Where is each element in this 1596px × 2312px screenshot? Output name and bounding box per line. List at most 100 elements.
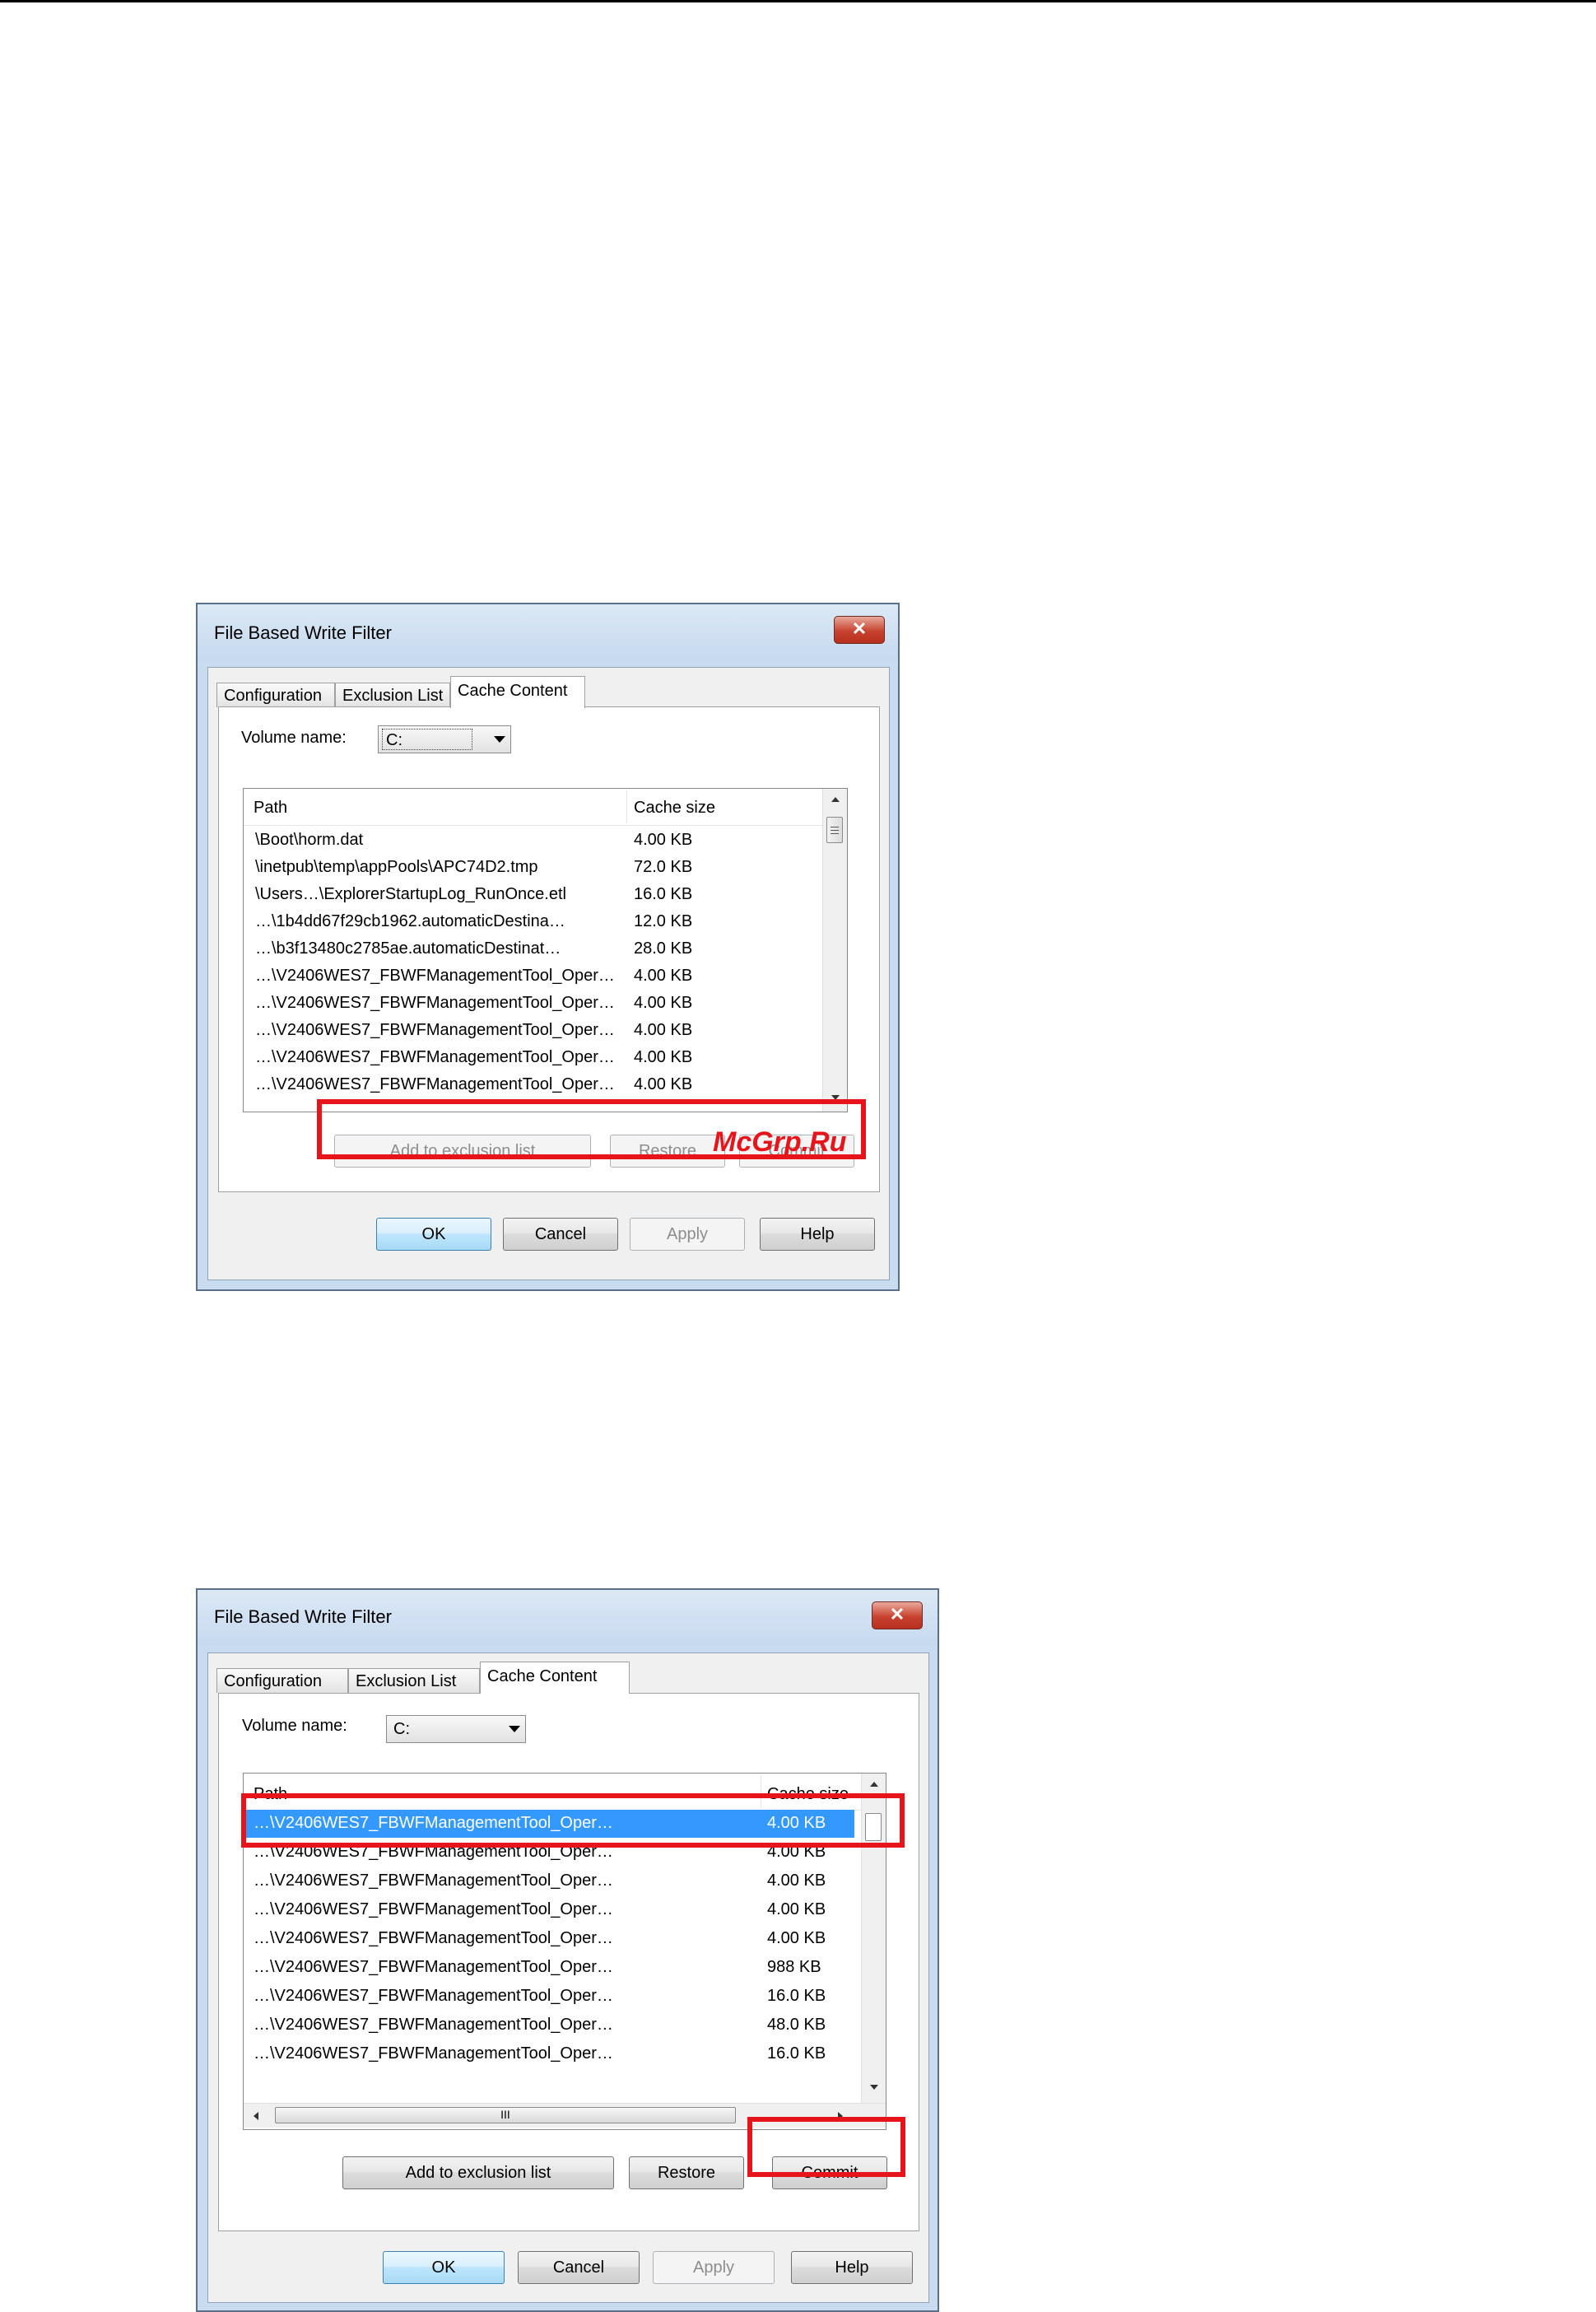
title-bar[interactable]: File Based Write Filter ✕ <box>198 1590 938 1646</box>
volume-name-label: Volume name: <box>242 1717 347 1735</box>
tab-exclusion-list[interactable]: Exclusion List <box>348 1668 480 1693</box>
list-item[interactable]: …\V2406WES7_FBWFManagementTool_Oper… 4.00… <box>244 1867 854 1895</box>
size-cell: 4.00 KB <box>634 831 693 849</box>
close-button[interactable]: ✕ <box>872 1601 923 1629</box>
column-header-cache-size[interactable]: Cache size <box>634 799 715 818</box>
ok-button[interactable]: OK <box>383 2251 505 2284</box>
page-top-rule <box>0 0 1596 2</box>
path-cell: …\V2406WES7_FBWFManagementTool_Oper… <box>254 1987 613 2005</box>
title-bar[interactable]: File Based Write Filter ✕ <box>198 604 898 660</box>
path-cell: \inetpub\temp\appPools\APC74D2.tmp <box>255 858 538 876</box>
tab-cache-content[interactable]: Cache Content <box>450 676 585 708</box>
tab-configuration[interactable]: Configuration <box>216 1668 348 1693</box>
list-item[interactable]: …\V2406WES7_FBWFManagementTool_Oper… 4.00… <box>244 1924 854 1953</box>
help-button[interactable]: Help <box>791 2251 913 2284</box>
list-item[interactable]: \inetpub\temp\appPools\APC74D2.tmp 72.0 K… <box>244 854 823 881</box>
dialog-title: File Based Write Filter <box>214 622 392 643</box>
list-item[interactable]: …\V2406WES7_FBWFManagementTool_Oper… 4.00… <box>244 1017 823 1044</box>
grip-line <box>831 833 839 834</box>
close-button[interactable]: ✕ <box>834 616 885 644</box>
size-cell: 4.00 KB <box>767 1872 826 1890</box>
size-cell: 12.0 KB <box>634 912 693 930</box>
size-cell: 4.00 KB <box>634 994 693 1012</box>
highlight-box-commit <box>747 2117 905 2177</box>
list-item[interactable]: …\V2406WES7_FBWFManagementTool_Oper… 4.00… <box>244 1895 854 1924</box>
scroll-up-icon[interactable] <box>870 1782 878 1787</box>
close-icon: ✕ <box>889 1604 905 1624</box>
cancel-button[interactable]: Cancel <box>503 1218 618 1251</box>
volume-select[interactable]: C: <box>386 1715 526 1743</box>
list-item[interactable]: …\V2406WES7_FBWFManagementTool_Oper… 4.00… <box>244 963 823 990</box>
size-cell: 4.00 KB <box>767 1929 826 1947</box>
scroll-up-icon[interactable] <box>831 797 840 802</box>
path-cell: …\V2406WES7_FBWFManagementTool_Oper… <box>254 1900 613 1918</box>
dialog-client-area: Configuration Exclusion List Cache Conte… <box>207 1652 929 2303</box>
volume-select[interactable]: C: <box>378 725 511 753</box>
scroll-left-icon[interactable] <box>254 2112 258 2120</box>
size-cell: 4.00 KB <box>634 967 693 985</box>
apply-button[interactable]: Apply <box>653 2251 775 2284</box>
list-item[interactable]: …\b3f13480c2785ae.automaticDestinat… 28.0… <box>244 935 823 963</box>
grip-line <box>831 830 839 831</box>
restore-button[interactable]: Restore <box>629 2156 744 2189</box>
dialog-title: File Based Write Filter <box>214 1606 392 1627</box>
fbwf-dialog-1: File Based Write Filter ✕ Configuration … <box>196 603 900 1291</box>
path-cell: …\V2406WES7_FBWFManagementTool_Oper… <box>255 994 615 1012</box>
list-item[interactable]: …\V2406WES7_FBWFManagementTool_Oper… 4.00… <box>244 1044 823 1071</box>
path-cell: …\1b4dd67f29cb1962.automaticDestina… <box>255 912 565 930</box>
column-divider[interactable] <box>626 790 627 823</box>
cache-file-list[interactable]: Path Cache size \Boot\horm.dat 4.00 KB \i… <box>243 788 848 1112</box>
help-button[interactable]: Help <box>760 1218 875 1251</box>
path-cell: …\V2406WES7_FBWFManagementTool_Oper… <box>255 1075 615 1093</box>
path-cell: …\V2406WES7_FBWFManagementTool_Oper… <box>255 967 615 985</box>
list-item[interactable]: …\1b4dd67f29cb1962.automaticDestina… 12.0… <box>244 908 823 935</box>
list-item[interactable]: …\V2406WES7_FBWFManagementTool_Oper… 16.0… <box>244 2039 854 2068</box>
scrollbar-thumb[interactable] <box>826 817 843 843</box>
size-cell: 16.0 KB <box>634 885 693 903</box>
path-cell: …\V2406WES7_FBWFManagementTool_Oper… <box>254 1872 613 1890</box>
list-item[interactable]: …\V2406WES7_FBWFManagementTool_Oper… 16.0… <box>244 1982 854 2011</box>
size-cell: 988 KB <box>767 1958 821 1976</box>
path-cell: \Users…\ExplorerStartupLog_RunOnce.etl <box>255 885 566 903</box>
list-item[interactable]: …\V2406WES7_FBWFManagementTool_Oper… 4.00… <box>244 990 823 1017</box>
list-item[interactable]: \Boot\horm.dat 4.00 KB <box>244 827 823 854</box>
size-cell: 16.0 KB <box>767 1987 826 2005</box>
list-item[interactable]: …\V2406WES7_FBWFManagementTool_Oper… 4.00… <box>244 1071 823 1098</box>
tab-exclusion-list[interactable]: Exclusion List <box>335 683 450 707</box>
scroll-down-icon[interactable] <box>870 2085 878 2090</box>
size-cell: 16.0 KB <box>767 2044 826 2063</box>
volume-select-value: C: <box>382 729 472 750</box>
tab-configuration[interactable]: Configuration <box>216 683 335 707</box>
add-to-exclusion-list-button[interactable]: Add to exclusion list <box>342 2156 614 2189</box>
path-cell: …\V2406WES7_FBWFManagementTool_Oper… <box>255 1048 615 1066</box>
ok-button[interactable]: OK <box>376 1218 491 1251</box>
apply-button[interactable]: Apply <box>630 1218 745 1251</box>
list-item[interactable]: …\V2406WES7_FBWFManagementTool_Oper… 48.0… <box>244 2011 854 2039</box>
dialog-client-area: Configuration Exclusion List Cache Conte… <box>207 667 890 1280</box>
size-cell: 4.00 KB <box>634 1048 693 1066</box>
vertical-scrollbar[interactable] <box>822 789 847 1112</box>
volume-name-label: Volume name: <box>241 729 347 747</box>
cancel-button[interactable]: Cancel <box>518 2251 640 2284</box>
size-cell: 4.00 KB <box>634 1075 693 1093</box>
highlight-box-selected-row <box>241 1793 905 1848</box>
chevron-down-icon <box>494 736 505 743</box>
watermark: McGrp.Ru <box>713 1126 847 1158</box>
column-header-path[interactable]: Path <box>254 799 287 818</box>
horizontal-scrollbar-thumb[interactable]: III <box>275 2107 736 2123</box>
chevron-down-icon <box>509 1726 520 1732</box>
list-header: Path Cache size <box>244 789 823 826</box>
grip-icon: III <box>500 2108 510 2121</box>
size-cell: 28.0 KB <box>634 939 693 958</box>
list-item[interactable]: \Users…\ExplorerStartupLog_RunOnce.etl 16… <box>244 881 823 908</box>
path-cell: …\V2406WES7_FBWFManagementTool_Oper… <box>254 2044 613 2063</box>
size-cell: 72.0 KB <box>634 858 693 876</box>
path-cell: …\V2406WES7_FBWFManagementTool_Oper… <box>254 1929 613 1947</box>
fbwf-dialog-2: File Based Write Filter ✕ Configuration … <box>196 1588 939 2312</box>
path-cell: …\V2406WES7_FBWFManagementTool_Oper… <box>254 2016 613 2034</box>
list-item[interactable]: …\V2406WES7_FBWFManagementTool_Oper… 988 … <box>244 1953 854 1982</box>
path-cell: \Boot\horm.dat <box>255 831 364 849</box>
volume-select-value: C: <box>393 1720 410 1738</box>
tab-cache-content[interactable]: Cache Content <box>480 1662 630 1694</box>
size-cell: 4.00 KB <box>767 1900 826 1918</box>
